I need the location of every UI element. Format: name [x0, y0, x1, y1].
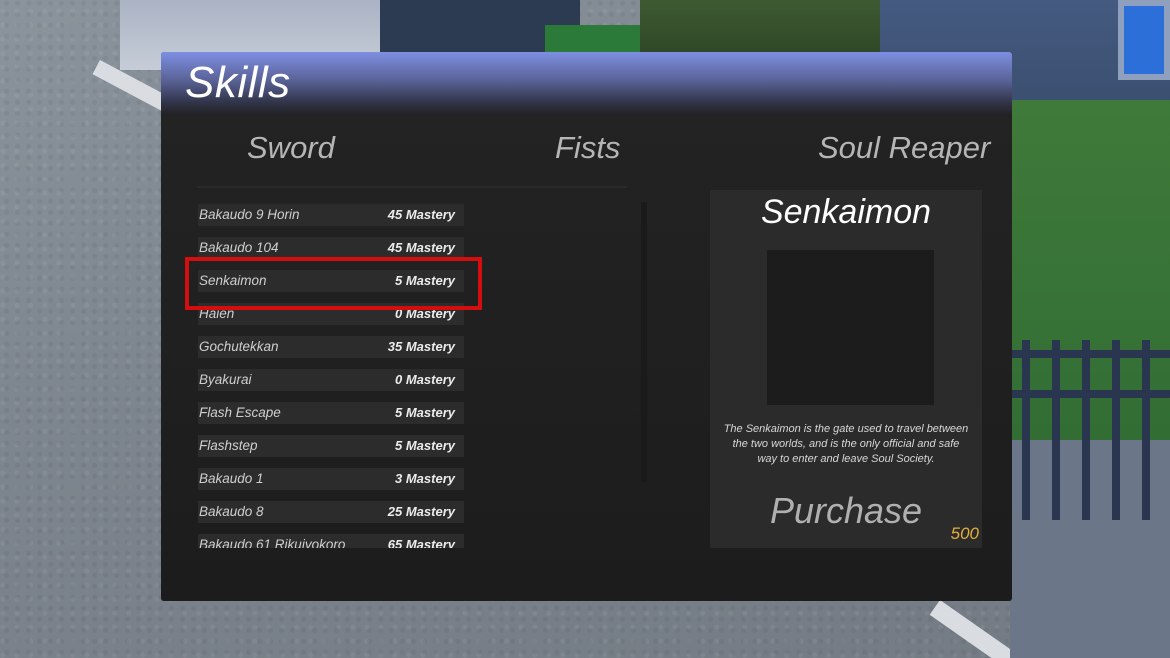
skill-name: Flash Escape [199, 405, 281, 420]
skill-item[interactable]: Flash Escape 5 Mastery [198, 402, 464, 424]
skill-mastery: 5 Mastery [395, 405, 455, 420]
skill-name: Gochutekkan [199, 339, 279, 354]
fence-post [1052, 340, 1060, 520]
panel-header: Skills [161, 52, 1012, 114]
price-label: 500 [950, 524, 979, 543]
skill-name: Bakaudo 61 Rikujyokoro [199, 537, 346, 548]
skills-panel: Skills Sword Fists Soul Reaper Bakaudo 9… [161, 52, 1012, 601]
skill-name: Bakaudo 8 [199, 504, 264, 519]
skill-mastery: 65 Mastery [387, 537, 455, 548]
tab-fists[interactable]: Fists [555, 130, 620, 166]
purchase-button[interactable]: Purchase [710, 490, 982, 532]
skill-item-selected[interactable]: Senkaimon 5 Mastery [198, 270, 464, 292]
skill-list[interactable]: Bakaudo 9 Horin 45 Mastery Bakaudo 104 4… [198, 204, 466, 548]
skill-name: Bakaudo 1 [199, 471, 264, 486]
fence-post [1142, 340, 1150, 520]
skill-name: Bakaudo 9 Horin [199, 207, 300, 222]
fence-post [1082, 340, 1090, 520]
skill-mastery: 45 Mastery [387, 207, 455, 222]
skill-item[interactable]: Haien 0 Mastery [198, 303, 464, 325]
skill-mastery: 45 Mastery [387, 240, 455, 255]
skill-mastery: 5 Mastery [395, 273, 455, 288]
fence [1012, 330, 1170, 520]
skill-item[interactable]: Bakaudo 8 25 Mastery [198, 501, 464, 523]
tab-divider [197, 186, 627, 188]
skill-item[interactable]: Gochutekkan 35 Mastery [198, 336, 464, 358]
skill-item[interactable]: Bakaudo 1 3 Mastery [198, 468, 464, 490]
panel-title: Skills [185, 58, 291, 107]
building-window [1118, 0, 1170, 80]
list-scrollbar[interactable] [641, 202, 647, 482]
detail-title: Senkaimon [760, 193, 932, 231]
skill-name: Senkaimon [199, 273, 267, 288]
skill-mastery: 3 Mastery [395, 471, 455, 486]
skill-item[interactable]: Flashstep 5 Mastery [198, 435, 464, 457]
skill-item[interactable]: Bakaudo 104 45 Mastery [198, 237, 464, 259]
detail-description: The Senkaimon is the gate used to travel… [723, 423, 969, 465]
fence-post [1022, 340, 1030, 520]
hedge-block [640, 0, 890, 55]
skill-detail-card: Senkaimon The Senkaimon is the gate used… [710, 190, 982, 548]
tab-sword[interactable]: Sword [247, 130, 335, 166]
skill-mastery: 5 Mastery [395, 438, 455, 453]
skill-name: Haien [199, 306, 235, 321]
skill-item[interactable]: Bakaudo 61 Rikujyokoro 65 Mastery [198, 534, 464, 548]
skill-name: Flashstep [199, 438, 258, 453]
skill-preview-image [767, 250, 934, 405]
tab-soul-reaper[interactable]: Soul Reaper [818, 130, 990, 166]
skill-mastery: 25 Mastery [387, 504, 455, 519]
skill-name: Bakaudo 104 [199, 240, 279, 255]
skill-item[interactable]: Bakaudo 9 Horin 45 Mastery [198, 204, 464, 226]
skill-name: Byakurai [199, 372, 252, 387]
skill-item[interactable]: Byakurai 0 Mastery [198, 369, 464, 391]
skill-mastery: 35 Mastery [387, 339, 455, 354]
skill-mastery: 0 Mastery [395, 306, 455, 321]
skill-mastery: 0 Mastery [395, 372, 455, 387]
fence-post [1112, 340, 1120, 520]
